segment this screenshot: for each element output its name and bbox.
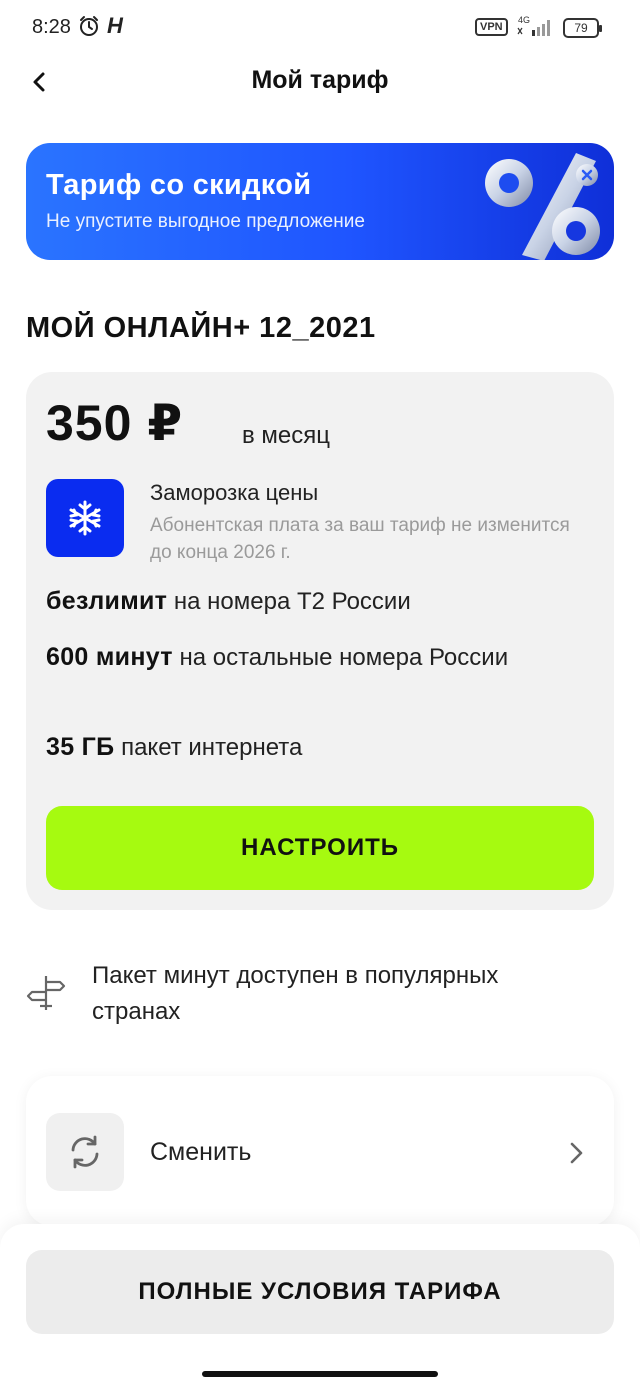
promo-subtitle: Не упустите выгодное предложение [46,211,365,232]
feature-internet: 35 ГБ пакет интернета [46,730,586,765]
snowflake-icon [46,479,124,557]
full-terms-button[interactable]: ПОЛНЫЕ УСЛОВИЯ ТАРИФА [26,1250,614,1334]
chevron-right-icon [570,1142,583,1164]
change-label: Сменить [150,1138,252,1166]
price-period: в месяц [242,422,331,449]
change-tariff-row[interactable]: Сменить [26,1076,614,1226]
tariff-name: МОЙ ОНЛАЙН+ 12_2021 [26,312,376,344]
promo-title: Тариф со скидкой [46,169,312,201]
feature-text: на номера Т2 России [173,588,411,615]
percent-icon [485,153,600,260]
feature-text: пакет интернета [121,734,303,761]
feature-unlimited: безлимит на номера Т2 России [46,584,586,619]
home-indicator[interactable] [202,1371,438,1377]
signpost-icon [26,976,66,1010]
feature-value: 35 ГБ [46,733,115,761]
status-bar: 8:28 H VPN 4G 79 [0,0,640,56]
status-h-icon: H [107,13,123,38]
promo-banner[interactable]: Тариф со скидкой Не упустите выгодное пр… [26,143,614,260]
tariff-card: 350 ₽ в месяц Заморозка цены Абонентская… [26,372,614,910]
freeze-description: Абонентская плата за ваш тариф не измени… [150,515,570,563]
tariff-price: 350 ₽ [46,395,184,451]
refresh-icon [46,1113,124,1191]
roaming-note: Пакет минут доступен в популярных страна… [92,962,499,1025]
feature-value: безлимит [46,587,168,615]
alarm-icon [80,16,98,36]
bottom-panel: ПОЛНЫЕ УСЛОВИЯ ТАРИФА [0,1224,640,1387]
network-label: 4G [518,15,530,25]
status-time: 8:28 [32,16,71,38]
signal-icon: 4G [517,15,550,36]
feature-value: 600 минут [46,643,173,671]
header: Мой тариф [0,56,640,108]
vpn-badge: VPN [475,18,508,36]
battery-indicator: 79 [563,18,602,38]
freeze-title: Заморозка цены [150,480,319,505]
feature-text: на остальные номера России [179,644,509,671]
setup-button[interactable]: НАСТРОИТЬ [46,806,594,890]
feature-minutes: 600 минут на остальные номера России [46,640,586,675]
page-title: Мой тариф [251,66,389,94]
